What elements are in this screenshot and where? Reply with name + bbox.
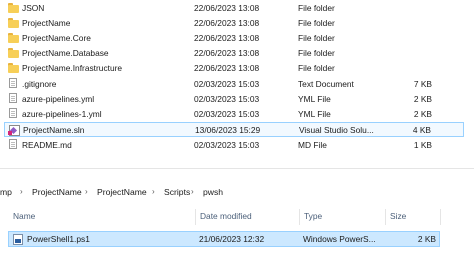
file-row-json[interactable]: JSON 22/06/2023 13:08 File folder [4,1,464,16]
powershell-script-icon [13,234,23,245]
file-size: 1 KB [413,140,432,150]
column-divider[interactable] [299,209,300,225]
file-row-gitignore[interactable]: .gitignore 02/03/2023 15:03 Text Documen… [4,77,464,92]
column-divider[interactable] [195,209,196,225]
file-size: 2 KB [413,109,432,119]
breadcrumb-item[interactable]: mp [0,184,12,200]
file-type: Text Document [298,79,354,89]
column-divider[interactable] [385,209,386,225]
document-icon [9,108,17,118]
file-type: File folder [298,33,335,43]
pane-divider [0,168,474,169]
file-name: .gitignore [22,79,57,89]
file-date: 02/03/2023 15:03 [194,109,260,119]
column-divider[interactable] [440,209,441,225]
file-size: 2 KB [417,234,436,244]
file-name: ProjectName.sln [23,125,85,135]
file-name: ProjectName.Database [22,48,109,58]
file-row-projectname-infrastructure[interactable]: ProjectName.Infrastructure 22/06/2023 13… [4,61,464,76]
file-size: 2 KB [413,94,432,104]
column-header-size[interactable]: Size [390,211,406,221]
file-list-top: JSON 22/06/2023 13:08 File folder Projec… [0,0,474,162]
file-row-projectname-database[interactable]: ProjectName.Database 22/06/2023 13:08 Fi… [4,46,464,61]
chevron-right-icon[interactable]: › [20,184,23,200]
breadcrumb: mp › ProjectName › ProjectName › Scripts… [0,184,474,200]
chevron-right-icon[interactable]: › [85,184,88,200]
file-date: 02/03/2023 15:03 [194,79,260,89]
file-type: Windows PowerS... [303,234,376,244]
file-type: File folder [298,18,335,28]
folder-icon [8,63,19,74]
file-name: azure-pipelines-1.yml [22,109,102,119]
file-type: YML File [298,109,331,119]
document-icon [9,139,17,149]
file-name: ProjectName.Core [22,33,91,43]
file-row-projectname-sln[interactable]: ProjectName.sln 13/06/2023 15:29 Visual … [4,122,464,137]
file-date: 02/03/2023 15:03 [194,140,260,150]
file-type: File folder [298,48,335,58]
document-icon [9,93,17,103]
folder-icon [8,48,19,59]
file-row-powershell1[interactable]: PowerShell1.ps1 21/06/2023 12:32 Windows… [8,231,440,247]
file-row-azure-pipelines[interactable]: azure-pipelines.yml 02/03/2023 15:03 YML… [4,92,464,107]
file-type: File folder [298,3,335,13]
column-header-name[interactable]: Name [13,211,35,221]
file-name: README.md [22,140,72,150]
file-date: 22/06/2023 13:08 [194,18,260,28]
visual-studio-solution-icon [8,125,20,136]
file-date: 22/06/2023 13:08 [194,48,260,58]
file-date: 22/06/2023 13:08 [194,33,260,43]
breadcrumb-item[interactable]: ProjectName [97,184,147,200]
chevron-right-icon[interactable]: › [191,184,194,200]
folder-icon [8,3,19,14]
file-row-readme[interactable]: README.md 02/03/2023 15:03 MD File 1 KB [4,138,464,153]
file-name: PowerShell1.ps1 [27,234,90,244]
breadcrumb-item[interactable]: ProjectName [32,184,82,200]
file-size: 7 KB [413,79,432,89]
file-type: YML File [298,94,331,104]
file-row-projectname[interactable]: ProjectName 22/06/2023 13:08 File folder [4,16,464,31]
file-row-projectname-core[interactable]: ProjectName.Core 22/06/2023 13:08 File f… [4,31,464,46]
column-headers: Name Date modified Type Size [0,209,474,225]
chevron-right-icon[interactable]: › [152,184,155,200]
file-date: 22/06/2023 13:08 [194,63,260,73]
file-date: 02/03/2023 15:03 [194,94,260,104]
file-size: 4 KB [412,125,431,135]
file-name: azure-pipelines.yml [22,94,95,104]
file-name: ProjectName [22,18,71,28]
column-header-date[interactable]: Date modified [200,211,252,221]
file-date: 13/06/2023 15:29 [195,125,261,135]
file-type: MD File [298,140,327,150]
file-date: 21/06/2023 12:32 [199,234,265,244]
breadcrumb-item[interactable]: Scripts [164,184,190,200]
folder-icon [8,18,19,29]
file-row-azure-pipelines-1[interactable]: azure-pipelines-1.yml 02/03/2023 15:03 Y… [4,107,464,122]
file-type: File folder [298,63,335,73]
file-name: ProjectName.Infrastructure [22,63,123,73]
file-type: Visual Studio Solu... [299,125,374,135]
file-date: 22/06/2023 13:08 [194,3,260,13]
file-name: JSON [22,3,45,13]
document-icon [9,78,17,88]
column-header-type[interactable]: Type [304,211,322,221]
folder-icon [8,33,19,44]
breadcrumb-item[interactable]: pwsh [203,184,223,200]
